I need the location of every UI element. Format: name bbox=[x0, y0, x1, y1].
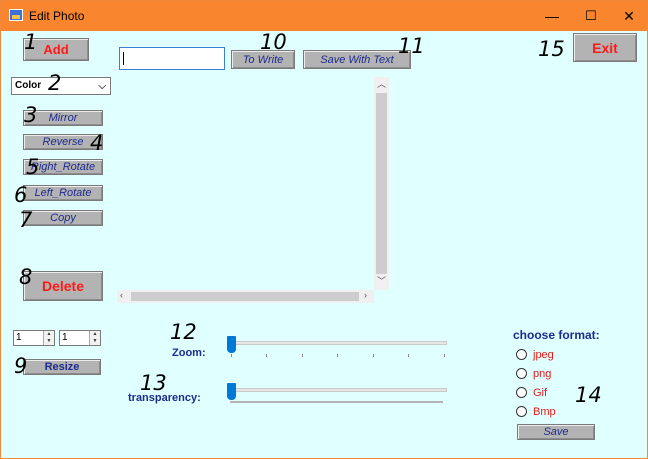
scroll-down-icon[interactable]: ﹀ bbox=[377, 277, 386, 286]
delete-button[interactable]: Delete bbox=[23, 271, 103, 301]
jpeg-label[interactable]: jpeg bbox=[533, 349, 554, 361]
exit-button[interactable]: Exit bbox=[573, 33, 637, 62]
title-bar: Edit Photo — ☐ ✕ bbox=[1, 1, 647, 31]
zoom-tick bbox=[373, 354, 374, 357]
annotation-number: 12 bbox=[170, 320, 197, 344]
transparency-slider-thumb[interactable] bbox=[227, 383, 236, 400]
annotation-number: 4 bbox=[90, 131, 104, 155]
bmp-label[interactable]: Bmp bbox=[533, 406, 556, 418]
png-label[interactable]: png bbox=[533, 368, 551, 380]
save-with-text-button[interactable]: Save With Text bbox=[303, 50, 411, 69]
app-icon bbox=[9, 9, 23, 21]
width-spinner[interactable]: 1 ▲ ▼ bbox=[13, 330, 55, 346]
text-input[interactable] bbox=[119, 47, 225, 70]
save-button[interactable]: Save bbox=[517, 424, 595, 440]
bmp-radio[interactable] bbox=[516, 406, 527, 417]
window-title: Edit Photo bbox=[29, 9, 85, 23]
height-spinner-value: 1 bbox=[62, 332, 68, 343]
zoom-tick bbox=[266, 354, 267, 357]
scroll-up-icon[interactable]: ︿ bbox=[377, 80, 386, 89]
annotation-number: 1 bbox=[24, 30, 38, 54]
annotation-number: 15 bbox=[538, 37, 565, 61]
edit-photo-window: Edit Photo — ☐ ✕ Add Color ⌵ Mirror Reve… bbox=[0, 0, 648, 459]
minimize-button[interactable]: — bbox=[533, 1, 571, 31]
annotation-number: 5 bbox=[26, 155, 40, 179]
annotation-number: 9 bbox=[14, 354, 28, 378]
annotation-number: 10 bbox=[260, 30, 287, 54]
zoom-label: Zoom: bbox=[172, 347, 206, 359]
annotation-number: 3 bbox=[24, 103, 38, 127]
chevron-down-icon: ⌵ bbox=[98, 81, 106, 92]
annotation-number: 6 bbox=[14, 183, 28, 207]
jpeg-radio[interactable] bbox=[516, 349, 527, 360]
annotation-number: 2 bbox=[48, 71, 62, 95]
width-spinner-arrows[interactable]: ▲ ▼ bbox=[43, 331, 54, 345]
annotation-number: 11 bbox=[398, 34, 425, 58]
vertical-scrollbar[interactable]: ︿ ﹀ bbox=[374, 77, 389, 290]
gif-radio[interactable] bbox=[516, 387, 527, 398]
copy-button[interactable]: Copy bbox=[23, 210, 103, 226]
color-select-value: Color bbox=[15, 80, 42, 91]
annotation-number: 14 bbox=[575, 383, 602, 407]
scroll-left-icon[interactable]: ‹ bbox=[120, 291, 123, 300]
picture-box[interactable] bbox=[117, 77, 389, 303]
vertical-scroll-thumb[interactable] bbox=[376, 93, 387, 274]
transparency-track[interactable] bbox=[230, 388, 447, 392]
scroll-right-icon[interactable]: › bbox=[364, 291, 367, 300]
height-spinner-arrows[interactable]: ▲ ▼ bbox=[89, 331, 100, 345]
height-spinner[interactable]: 1 ▲ ▼ bbox=[59, 330, 101, 346]
annotation-number: 7 bbox=[19, 208, 33, 232]
text-caret bbox=[123, 52, 124, 65]
choose-format-label: choose format: bbox=[513, 328, 600, 342]
close-button[interactable]: ✕ bbox=[610, 1, 648, 31]
zoom-tick bbox=[408, 354, 409, 357]
annotation-number: 13 bbox=[140, 371, 167, 395]
zoom-tick bbox=[444, 354, 445, 357]
zoom-tick bbox=[231, 354, 232, 357]
width-spinner-value: 1 bbox=[16, 332, 22, 343]
left-rotate-button[interactable]: Left_Rotate bbox=[23, 185, 103, 201]
zoom-slider-thumb[interactable] bbox=[227, 336, 236, 353]
png-radio[interactable] bbox=[516, 368, 527, 379]
gif-label[interactable]: Gif bbox=[533, 387, 547, 399]
zoom-tick bbox=[302, 354, 303, 357]
transparency-tick-line bbox=[230, 401, 443, 403]
horizontal-scrollbar[interactable]: ‹ › bbox=[117, 290, 374, 303]
maximize-button[interactable]: ☐ bbox=[572, 1, 610, 31]
annotation-number: 8 bbox=[19, 265, 33, 289]
horizontal-scroll-thumb[interactable] bbox=[131, 292, 359, 301]
zoom-track[interactable] bbox=[230, 341, 447, 345]
resize-button[interactable]: Resize bbox=[23, 359, 101, 375]
zoom-tick bbox=[337, 354, 338, 357]
